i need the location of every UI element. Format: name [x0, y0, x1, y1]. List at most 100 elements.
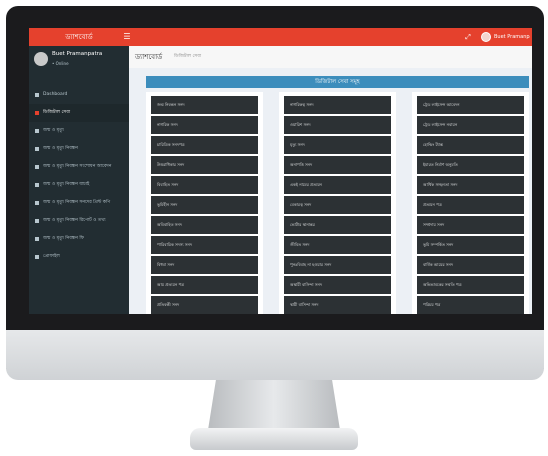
service-button[interactable]: মৃত্যু সনদ — [284, 136, 391, 154]
box-title: ডিজিটাল সেবা সমূহ — [315, 79, 360, 85]
expand-icon[interactable]: ⤢ — [463, 28, 473, 46]
service-button-label: উত্তরাধিকার সনদ — [157, 162, 185, 167]
service-button[interactable]: বিধবা সনদ — [151, 256, 258, 274]
service-button-label: জন্ম নিবন্ধন সনদ — [157, 102, 185, 107]
service-button-label: অস্থায়ী বাসিন্দা সনদ — [290, 282, 322, 287]
service-button[interactable]: প্রত্যয়ন পত্র — [417, 196, 524, 214]
sidebar-item-correction[interactable]: জন্ম ও মৃত্যু নিবন্ধন সংশোধন আবেদন — [29, 158, 129, 176]
sidebar-item-profile[interactable]: প্রোফাইল — [29, 248, 129, 266]
sidebar-item-label: জন্ম ও মৃত্যু নিবন্ধন রিপোর্ট ও তথ্য — [43, 218, 106, 223]
list-icon — [35, 219, 39, 223]
service-button[interactable]: হোল্ডিং ট্যাক্স — [417, 136, 524, 154]
service-button-label: অবিবাহিত সনদ — [157, 222, 182, 227]
user-menu[interactable]: Buet Pramanpatra — [481, 28, 531, 46]
service-button-label: জীবিত সনদ — [290, 242, 310, 247]
service-button-label: বিবাহিত সনদ — [157, 182, 179, 187]
sidebar-item-dashboard[interactable]: Dashboard — [29, 86, 129, 104]
service-button[interactable]: নাগরিকত্ব সনদ — [284, 96, 391, 114]
service-button-label: প্রত্যয়ন পত্র — [423, 202, 442, 207]
service-button[interactable]: পরিচয় পত্র — [417, 296, 524, 314]
list-icon — [35, 165, 39, 169]
service-button[interactable]: উত্তরাধিকার সনদ — [151, 156, 258, 174]
screen: ড্যাশবোর্ড ☰ ⤢ Buet Pramanpatra Buet Pra… — [29, 28, 532, 314]
service-button[interactable]: বিবাহিত সনদ — [151, 176, 258, 194]
sidebar-item-label: প্রোফাইল — [43, 254, 60, 259]
service-button-label: পুনঃবিবাহ না হওয়ার সনদ — [290, 262, 332, 267]
service-button[interactable]: একই নামের প্রত্যয়ন — [284, 176, 391, 194]
service-button[interactable]: ভূমিহীন সনদ — [151, 196, 258, 214]
service-button-label: একই নামের প্রত্যয়ন — [290, 182, 322, 187]
service-button[interactable]: পুনঃবিবাহ না হওয়ার সনদ — [284, 256, 391, 274]
sidebar-item-label: ডিজিটাল সেবা — [43, 110, 71, 115]
service-button[interactable]: নাগরিক সনদ — [151, 116, 258, 134]
top-navbar: ড্যাশবোর্ড ☰ ⤢ Buet Pramanpatra — [29, 28, 532, 46]
list-icon — [35, 129, 39, 133]
content-header: ড্যাশবোর্ড ডিজিটাল সেবা — [129, 46, 532, 68]
sidebar-item-report[interactable]: জন্ম ও মৃত্যু নিবন্ধন রিপোর্ট ও তথ্য — [29, 212, 129, 230]
list-icon — [35, 237, 39, 241]
sidebar-item-label: জন্ম ও মৃত্যু নিবন্ধন সনদের প্রিন্ট কপি — [43, 200, 111, 205]
sidebar-item-label: জন্ম ও মৃত্যু নিবন্ধন — [43, 146, 78, 151]
service-button[interactable]: আয় প্রত্যয়ন পত্র — [151, 276, 258, 294]
service-button[interactable]: জন্ম নিবন্ধন সনদ — [151, 96, 258, 114]
service-button[interactable]: সম্প্রদায় সনদ — [417, 216, 524, 234]
service-button[interactable]: চারিত্রিক সনদপত্র — [151, 136, 258, 154]
service-button-label: হোল্ডিং ট্যাক্স — [423, 142, 443, 147]
service-button[interactable]: ভূমি সম্পর্কিত সনদ — [417, 236, 524, 254]
service-button[interactable]: অস্থায়ী বাসিন্দা সনদ — [284, 276, 391, 294]
service-button[interactable]: বার্ষিক আয়ের সনদ — [417, 256, 524, 274]
sidebar: Buet Pramanpatra • Online Dashboard ডিজি… — [29, 46, 129, 314]
service-button[interactable]: পারিবারিক সদস্য সনদ — [151, 236, 258, 254]
service-button-label: বেকারত্ব সনদ — [290, 202, 312, 207]
sidebar-item-print-copy[interactable]: জন্ম ও মৃত্যু নিবন্ধন সনদের প্রিন্ট কপি — [29, 194, 129, 212]
service-button[interactable]: অনাপত্তি সনদ — [284, 156, 391, 174]
sidebar-item-fee[interactable]: জন্ম ও মৃত্যু নিবন্ধন ফি — [29, 230, 129, 248]
service-button[interactable]: অবিবাহিত সনদ — [151, 216, 258, 234]
page-subtitle: ডিজিটাল সেবা — [174, 54, 202, 59]
sidebar-item-label: জন্ম ও মৃত্যু নিবন্ধন যাচাই — [43, 182, 90, 187]
service-button-label: নাগরিক সনদ — [157, 122, 178, 127]
service-button[interactable]: বেকারত্ব সনদ — [284, 196, 391, 214]
service-button[interactable]: আর্থিক সচ্ছলতা সনদ — [417, 176, 524, 194]
service-button[interactable]: অভিভাবকের সম্মতি পত্র — [417, 276, 524, 294]
service-button[interactable]: ভোটার স্থানান্তর — [284, 216, 391, 234]
monitor-chin — [6, 330, 544, 380]
service-button-label: ভূমি সম্পর্কিত সনদ — [423, 242, 454, 247]
avatar — [34, 52, 48, 66]
monitor-base — [190, 428, 358, 450]
user-icon — [35, 255, 39, 259]
service-button-label: চারিত্রিক সনদপত্র — [157, 142, 185, 147]
service-button[interactable]: ওয়ারিশ সনদ — [284, 116, 391, 134]
service-button[interactable]: ট্রেড লাইসেন্স নবায়ন — [417, 116, 524, 134]
brand-logo[interactable]: ড্যাশবোর্ড — [29, 28, 129, 46]
service-button[interactable]: জীবিত সনদ — [284, 236, 391, 254]
service-button[interactable]: স্থায়ী বাসিন্দা সনদ — [284, 296, 391, 314]
monitor-frame: ড্যাশবোর্ড ☰ ⤢ Buet Pramanpatra Buet Pra… — [6, 6, 544, 378]
sidebar-item-label: জন্ম ও মৃত্যু — [43, 128, 64, 133]
service-button[interactable]: ইমারত নির্মাণ অনুমতি — [417, 156, 524, 174]
topbar-user-name: Buet Pramanpatra — [494, 34, 530, 40]
service-list: ট্রেড লাইসেন্স আবেদন ট্রেড লাইসেন্স নবায়… — [417, 96, 524, 314]
user-panel: Buet Pramanpatra • Online — [29, 46, 129, 82]
sidebar-item-label: জন্ম ও মৃত্যু নিবন্ধন সংশোধন আবেদন — [43, 164, 112, 169]
menu-icon[interactable]: ☰ — [121, 28, 133, 46]
service-button-label: অনাপত্তি সনদ — [290, 162, 313, 167]
service-button-label: আয় প্রত্যয়ন পত্র — [157, 282, 185, 287]
service-button-label: আর্থিক সচ্ছলতা সনদ — [423, 182, 458, 187]
sidebar-item-label: জন্ম ও মৃত্যু নিবন্ধন ফি — [43, 236, 84, 241]
sidebar-item-digital-service[interactable]: ডিজিটাল সেবা — [29, 104, 129, 122]
service-button-label: পরিচয় পত্র — [423, 302, 441, 307]
service-button-label: ওয়ারিশ সনদ — [290, 122, 311, 127]
service-button-label: ট্রেড লাইসেন্স নবায়ন — [423, 122, 458, 127]
service-button[interactable]: প্রতিবন্ধী সনদ — [151, 296, 258, 314]
service-list: নাগরিকত্ব সনদ ওয়ারিশ সনদ মৃত্যু সনদ অনাপত্… — [284, 96, 391, 314]
sidebar-item-verification[interactable]: জন্ম ও মৃত্যু নিবন্ধন যাচাই — [29, 176, 129, 194]
sidebar-item-birth-death[interactable]: জন্ম ও মৃত্যু — [29, 122, 129, 140]
service-button[interactable]: ট্রেড লাইসেন্স আবেদন — [417, 96, 524, 114]
service-column-2: নাগরিকত্ব সনদ ওয়ারিশ সনদ মৃত্যু সনদ অনাপত্… — [279, 92, 396, 314]
service-button-label: ইমারত নির্মাণ অনুমতি — [423, 162, 458, 167]
sidebar-item-registration[interactable]: জন্ম ও মৃত্যু নিবন্ধন — [29, 140, 129, 158]
service-column-3: ট্রেড লাইসেন্স আবেদন ট্রেড লাইসেন্স নবায়… — [412, 92, 529, 314]
services-box-header: ডিজিটাল সেবা সমূহ — [146, 76, 529, 88]
service-button-label: অভিভাবকের সম্মতি পত্র — [423, 282, 462, 287]
